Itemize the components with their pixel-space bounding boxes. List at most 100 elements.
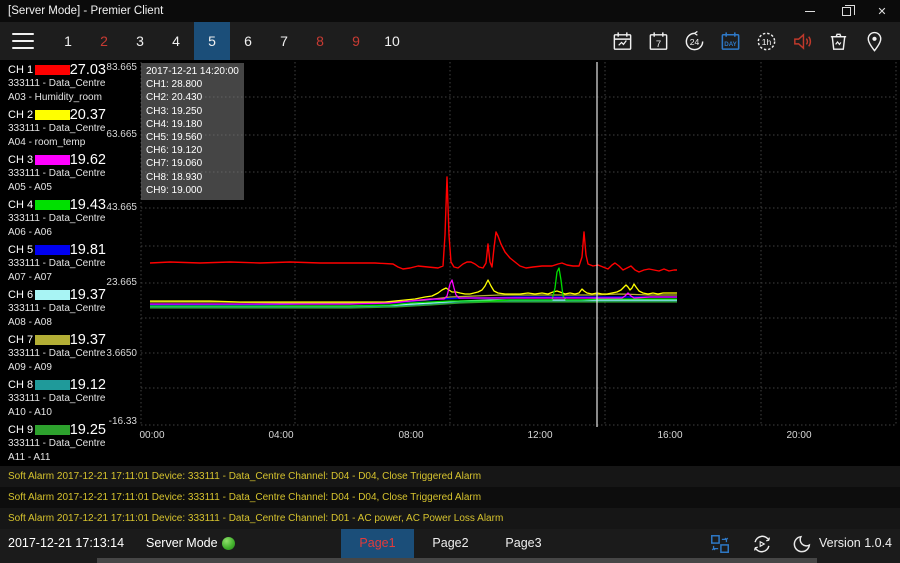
tooltip-row: CH1: 28.800 (146, 78, 239, 91)
calendar-history-icon[interactable] (611, 30, 634, 53)
channel-item[interactable]: CH 220.37333111 - Data_CentreA04 - room_… (0, 105, 110, 150)
channel-device: 333111 - Data_Centre (8, 347, 110, 361)
tooltip-row: CH6: 19.120 (146, 144, 239, 157)
page-tab-page2[interactable]: Page2 (414, 529, 487, 558)
channel-id: CH 1 (8, 64, 35, 76)
channel-point: A11 - A11 (8, 451, 110, 465)
channel-item[interactable]: CH 419.43333111 - Data_CentreA06 - A06 (0, 195, 110, 240)
channel-device: 333111 - Data_Centre (8, 167, 110, 181)
close-button[interactable]: ✕ (864, 0, 900, 22)
night-mode-icon[interactable] (791, 533, 813, 555)
channel-device: 333111 - Data_Centre (8, 212, 110, 226)
y-tick-label: 23.665 (106, 277, 137, 288)
tab-8[interactable]: 8 (302, 22, 338, 60)
channel-device: 333111 - Data_Centre (8, 392, 110, 406)
minimize-icon (805, 11, 815, 12)
channel-device: 333111 - Data_Centre (8, 257, 110, 271)
alarm-item[interactable]: Soft Alarm 2017-12-21 17:11:01 Device: 3… (0, 466, 900, 487)
tab-2[interactable]: 2 (86, 22, 122, 60)
alarm-item[interactable]: Soft Alarm 2017-12-21 17:11:01 Device: 3… (0, 508, 900, 529)
channel-color-swatch (35, 380, 69, 390)
channel-device: 333111 - Data_Centre (8, 437, 110, 451)
tab-9[interactable]: 9 (338, 22, 374, 60)
alarm-sound-icon[interactable] (791, 30, 814, 53)
alarm-item[interactable]: Soft Alarm 2017-12-21 17:11:01 Device: 3… (0, 487, 900, 508)
tooltip-rows: CH1: 28.800CH2: 20.430CH3: 19.250CH4: 19… (146, 78, 239, 197)
x-tick-label: 08:00 (398, 430, 423, 441)
minimize-button[interactable] (792, 0, 828, 22)
channel-point: A03 - Humidity_room (8, 91, 110, 105)
menu-button[interactable] (12, 33, 34, 49)
status-timestamp: 2017-12-21 17:13:14 (8, 529, 124, 558)
y-tick-label: 3.6650 (106, 348, 137, 359)
channel-color-swatch (35, 110, 69, 120)
channel-id: CH 4 (8, 199, 35, 211)
tooltip-row: CH5: 19.560 (146, 131, 239, 144)
page-tab-page3[interactable]: Page3 (487, 529, 560, 558)
channel-value: 19.81 (70, 242, 110, 258)
tooltip-row: CH9: 19.000 (146, 184, 239, 197)
chart-canvas[interactable]: 00:0004:0008:0012:0016:0020:00 2017-12-2… (140, 60, 900, 466)
channel-item[interactable]: CH 127.03333111 - Data_CentreA03 - Humid… (0, 60, 110, 105)
hours-24-icon[interactable]: 24 (683, 30, 706, 53)
close-icon: ✕ (877, 5, 886, 18)
tab-7[interactable]: 7 (266, 22, 302, 60)
location-icon[interactable] (863, 30, 886, 53)
tab-5[interactable]: 5 (194, 22, 230, 60)
tab-10[interactable]: 10 (374, 22, 410, 60)
channel-color-swatch (35, 200, 69, 210)
tooltip-row: CH8: 18.930 (146, 171, 239, 184)
y-tick-label: 43.665 (106, 202, 137, 213)
tab-1[interactable]: 1 (50, 22, 86, 60)
restore-icon (842, 7, 851, 16)
tooltip-row: CH7: 19.060 (146, 157, 239, 170)
channel-value: 19.37 (70, 332, 110, 348)
top-toolbar: 12345678910 7 24 DAY 1h (0, 22, 900, 60)
channel-value: 20.37 (70, 107, 110, 123)
channel-color-swatch (35, 245, 69, 255)
horizontal-scrollbar[interactable] (97, 558, 817, 563)
title-bar: [Server Mode] - Premier Client ✕ (0, 0, 900, 22)
channel-item[interactable]: CH 919.25333111 - Data_CentreA11 - A11 (0, 420, 110, 465)
channel-id: CH 6 (8, 289, 35, 301)
channel-item[interactable]: CH 719.37333111 - Data_CentreA09 - A09 (0, 330, 110, 375)
sync-icon[interactable] (751, 533, 773, 555)
channel-id: CH 3 (8, 154, 35, 166)
chart-svg (140, 60, 900, 427)
channel-item[interactable]: CH 519.81333111 - Data_CentreA07 - A07 (0, 240, 110, 285)
snapshot-delete-icon[interactable] (827, 30, 850, 53)
page-number-tabs: 12345678910 (50, 22, 410, 60)
channel-value: 19.12 (70, 377, 110, 393)
version-label: Version 1.0.4 (819, 529, 892, 558)
connection-status-indicator (222, 537, 235, 550)
y-tick-label: 83.665 (106, 62, 137, 73)
channel-item[interactable]: CH 319.62333111 - Data_CentreA05 - A05 (0, 150, 110, 195)
channel-value: 19.43 (70, 197, 110, 213)
channel-value: 19.62 (70, 152, 110, 168)
calendar-week-icon[interactable]: 7 (647, 30, 670, 53)
channel-item[interactable]: CH 819.12333111 - Data_CentreA10 - A10 (0, 375, 110, 420)
channel-color-swatch (35, 155, 69, 165)
svg-text:1h: 1h (762, 36, 772, 46)
svg-text:DAY: DAY (724, 40, 737, 47)
hour-1-icon[interactable]: 1h (755, 30, 778, 53)
channel-color-swatch (35, 335, 69, 345)
main-area: CH 1 27.03 333111 - Data_Centre A03 - Humid… (0, 60, 900, 466)
day-view-icon[interactable]: DAY (719, 30, 742, 53)
page-tab-page1[interactable]: Page1 (341, 529, 414, 558)
tooltip-row: CH2: 20.430 (146, 91, 239, 104)
maximize-button[interactable] (828, 0, 864, 22)
tab-6[interactable]: 6 (230, 22, 266, 60)
channel-value: 19.25 (70, 422, 110, 438)
channel-color-swatch (35, 425, 69, 435)
channel-id: CH 7 (8, 334, 35, 346)
channel-list: CH 1 27.03 333111 - Data_Centre A03 - Humid… (0, 60, 110, 466)
tooltip-timestamp: 2017-12-21 14:20:00 (146, 65, 239, 78)
layout-switch-icon[interactable] (709, 533, 731, 555)
tab-3[interactable]: 3 (122, 22, 158, 60)
channel-item[interactable]: CH 619.37333111 - Data_CentreA08 - A08 (0, 285, 110, 330)
tab-4[interactable]: 4 (158, 22, 194, 60)
hamburger-icon (12, 33, 34, 35)
channel-value: 27.03 (70, 62, 110, 78)
x-axis: 00:0004:0008:0012:0016:0020:00 (140, 430, 900, 446)
